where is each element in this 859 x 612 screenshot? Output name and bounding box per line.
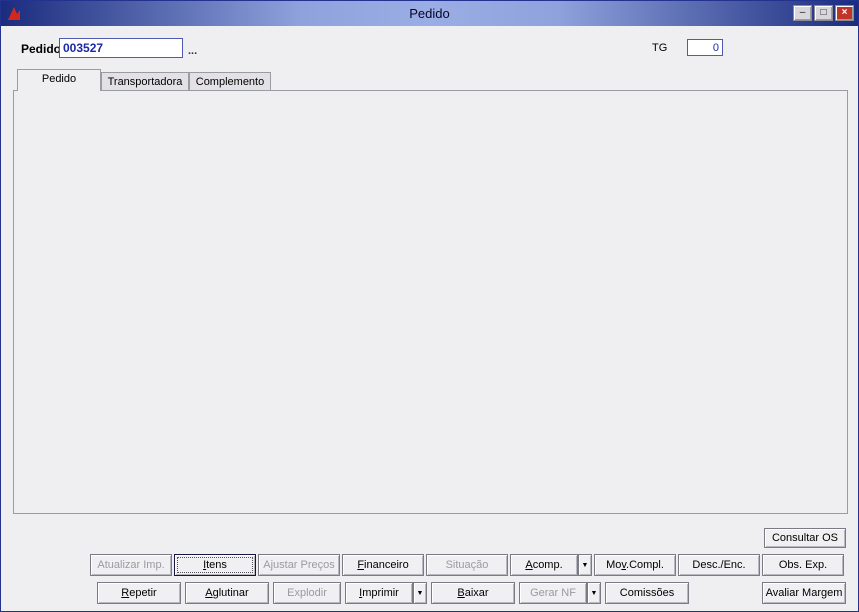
maximize-icon[interactable]: □ [814, 5, 833, 21]
baixar-button[interactable]: Baixar [431, 582, 515, 604]
title-bar: Pedido – □ × [1, 1, 858, 26]
tab-pedido[interactable]: Pedido [17, 69, 101, 91]
pedido-window: Pedido – □ × Pedido ... TG Pedido Transp… [0, 0, 859, 612]
imprimir-dropdown-icon[interactable]: ▼ [413, 582, 427, 604]
tab-page-pedido [13, 90, 848, 514]
tab-complemento[interactable]: Complemento [189, 72, 271, 91]
repetir-button[interactable]: Repetir [97, 582, 181, 604]
acomp-button[interactable]: Acomp. [510, 554, 578, 576]
situacao-button[interactable]: Situação [426, 554, 508, 576]
ajustar-precos-button[interactable]: Ajustar Preços [258, 554, 340, 576]
pedido-lookup-button[interactable]: ... [188, 45, 197, 57]
pedido-number-input[interactable] [59, 38, 183, 58]
gerar-nf-dropdown-icon[interactable]: ▼ [587, 582, 601, 604]
gerar-nf-button[interactable]: Gerar NF [519, 582, 587, 604]
window-title: Pedido [409, 6, 450, 21]
tab-transportadora[interactable]: Transportadora [101, 72, 189, 91]
obs-exp-button[interactable]: Obs. Exp. [762, 554, 844, 576]
consultar-os-button[interactable]: Consultar OS [764, 528, 846, 548]
aglutinar-button[interactable]: Aglutinar [185, 582, 269, 604]
mov-compl-button[interactable]: Mov.Compl. [594, 554, 676, 576]
avaliar-margem-button[interactable]: Avaliar Margem [762, 582, 846, 604]
pedido-label: Pedido [21, 42, 62, 56]
action-row-1: Atualizar Imp. Itens Ajustar Preços Fina… [90, 554, 844, 576]
action-row-2: Repetir Aglutinar Explodir Imprimir ▼ Ba… [97, 582, 689, 604]
tg-input[interactable] [687, 39, 723, 56]
minimize-icon[interactable]: – [793, 5, 812, 21]
atualizar-imp-button[interactable]: Atualizar Imp. [90, 554, 172, 576]
tg-label: TG [652, 42, 668, 54]
desc-enc-button[interactable]: Desc./Enc. [678, 554, 760, 576]
explodir-button[interactable]: Explodir [273, 582, 341, 604]
comissoes-button[interactable]: Comissões [605, 582, 689, 604]
close-icon[interactable]: × [835, 5, 854, 21]
imprimir-button[interactable]: Imprimir [345, 582, 413, 604]
financeiro-button[interactable]: Financeiro [342, 554, 424, 576]
itens-button[interactable]: Itens [174, 554, 256, 576]
acomp-dropdown-icon[interactable]: ▼ [578, 554, 592, 576]
